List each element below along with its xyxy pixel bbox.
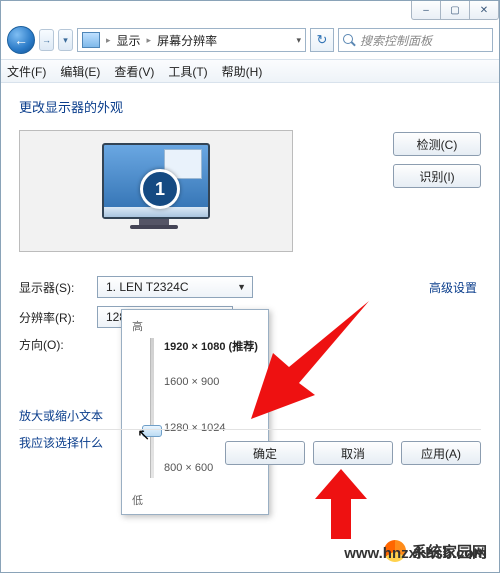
menu-help[interactable]: 帮助(H) <box>222 63 263 80</box>
menu-edit[interactable]: 编辑(E) <box>60 63 100 80</box>
detect-button[interactable]: 检测(C) <box>393 132 481 156</box>
breadcrumb-current[interactable]: 屏幕分辨率 <box>157 32 217 49</box>
watermark-url: www.hnzxkhsb.com <box>344 545 487 562</box>
nav-row: ← → ▾ ▸ 显示 ▸ 屏幕分辨率 ▾ ↻ 搜索控制面板 <box>1 23 499 57</box>
refresh-button[interactable]: ↻ <box>310 28 334 52</box>
monitor-icon: 1 <box>102 143 206 233</box>
back-button[interactable]: ← <box>7 26 35 54</box>
display-value: 1. LEN T2324C <box>106 280 189 294</box>
menu-file[interactable]: 文件(F) <box>7 63 46 80</box>
breadcrumb-root[interactable]: 显示 <box>117 32 141 49</box>
link-advanced-settings[interactable]: 高级设置 <box>429 279 477 296</box>
resolution-slider-popup: 高 1920 × 1080 (推荐) 1600 × 900 1280 × 102… <box>121 309 269 515</box>
resolution-option[interactable]: 1600 × 900 <box>164 376 219 388</box>
ok-button[interactable]: 确定 <box>225 441 305 465</box>
close-button[interactable]: ✕ <box>469 1 499 20</box>
cancel-button[interactable]: 取消 <box>313 441 393 465</box>
history-dropdown[interactable]: ▾ <box>58 29 73 51</box>
resolution-slider-track[interactable] <box>150 338 154 478</box>
display-combo[interactable]: 1. LEN T2324C ▼ <box>97 276 253 298</box>
minimize-button[interactable]: – <box>411 1 441 20</box>
forward-button[interactable]: → <box>39 29 54 51</box>
monitor-preview[interactable]: 1 <box>19 130 293 252</box>
resolution-slider-thumb[interactable] <box>142 425 162 437</box>
chevron-right-icon: ▸ <box>104 35 113 46</box>
side-buttons: 检测(C) 识别(I) <box>393 130 481 188</box>
address-dropdown-icon[interactable]: ▾ <box>296 35 301 46</box>
preview-row: 1 检测(C) 识别(I) <box>19 130 481 268</box>
menu-view[interactable]: 查看(V) <box>114 63 154 80</box>
display-row: 显示器(S): 1. LEN T2324C ▼ <box>19 276 481 298</box>
monitor-number: 1 <box>140 169 180 209</box>
maximize-button[interactable]: ▢ <box>440 1 470 20</box>
display-label: 显示器(S): <box>19 279 97 296</box>
menu-bar: 文件(F) 编辑(E) 查看(V) 工具(T) 帮助(H) <box>1 59 499 83</box>
menu-tools[interactable]: 工具(T) <box>168 63 207 80</box>
search-placeholder: 搜索控制面板 <box>360 32 432 49</box>
resolution-option[interactable]: 1920 × 1080 (推荐) <box>164 338 258 354</box>
address-bar[interactable]: ▸ 显示 ▸ 屏幕分辨率 ▾ <box>77 28 306 52</box>
resolution-option[interactable]: 1280 × 1024 <box>164 422 225 434</box>
search-input[interactable]: 搜索控制面板 <box>338 28 493 52</box>
caption-buttons: – ▢ ✕ <box>412 1 499 23</box>
page-title: 更改显示器的外观 <box>19 97 481 116</box>
divider <box>19 429 481 430</box>
dialog-buttons: 确定 取消 应用(A) <box>225 441 481 465</box>
identify-button[interactable]: 识别(I) <box>393 164 481 188</box>
orientation-label: 方向(O): <box>19 336 97 353</box>
apply-button[interactable]: 应用(A) <box>401 441 481 465</box>
resolution-option[interactable]: 800 × 600 <box>164 462 213 474</box>
slider-low-label: 低 <box>132 492 143 508</box>
chevron-right-icon: ▸ <box>145 35 154 46</box>
display-icon <box>82 32 100 48</box>
resolution-label: 分辨率(R): <box>19 309 97 326</box>
window: – ▢ ✕ ← → ▾ ▸ 显示 ▸ 屏幕分辨率 ▾ ↻ 搜索控制面板 文件(F… <box>0 0 500 573</box>
search-icon <box>343 34 356 47</box>
slider-high-label: 高 <box>132 321 143 333</box>
chevron-down-icon: ▼ <box>227 282 246 292</box>
